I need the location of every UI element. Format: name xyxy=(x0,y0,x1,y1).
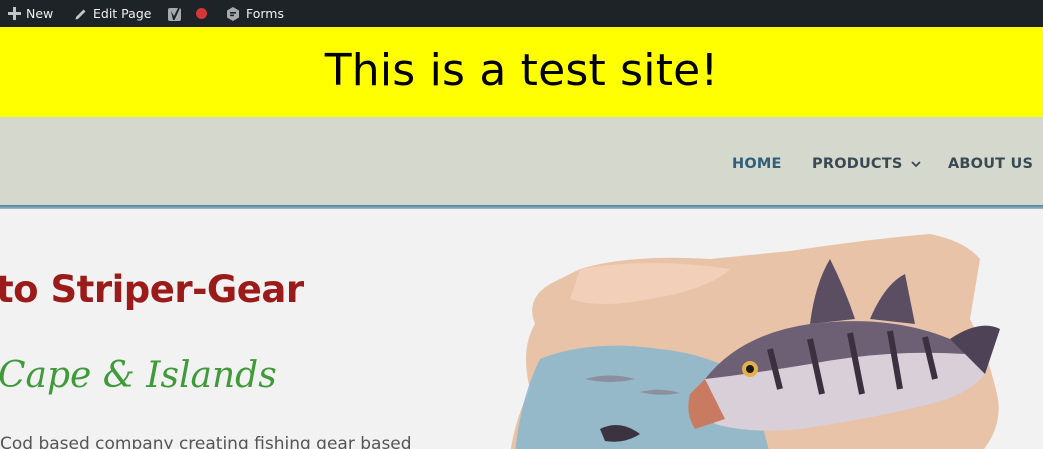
hero-subtitle: Cape & Islands xyxy=(0,355,277,396)
pencil-icon xyxy=(74,7,88,21)
test-site-banner: This is a test site! xyxy=(0,27,1043,117)
chevron-down-icon xyxy=(910,156,921,172)
striped-bass-painting-icon xyxy=(510,234,1000,449)
nav-item-about-us[interactable]: ABOUT US xyxy=(948,156,1033,172)
plus-icon xyxy=(8,7,21,20)
edit-page-label: Edit Page xyxy=(93,6,152,21)
new-content-button[interactable]: New xyxy=(8,0,53,27)
hero-title: to Striper-Gear xyxy=(0,268,304,311)
yoast-seo-button[interactable] xyxy=(167,0,185,27)
hero-body-text: Cod based company creating fishing gear … xyxy=(0,434,412,449)
nav-about-label: ABOUT US xyxy=(948,156,1034,172)
forms-menu[interactable]: Forms xyxy=(225,0,284,27)
gravity-forms-icon xyxy=(225,6,241,22)
nav-item-home[interactable]: HOME xyxy=(732,156,782,172)
hero-section: to Striper-Gear Cape & Islands Cod based… xyxy=(0,209,1043,449)
record-dot-icon xyxy=(196,8,207,19)
yoast-icon xyxy=(167,6,185,22)
seo-score-indicator[interactable] xyxy=(196,0,207,27)
edit-page-button[interactable]: Edit Page xyxy=(74,0,151,27)
nav-item-products[interactable]: PRODUCTS xyxy=(812,156,921,172)
forms-label: Forms xyxy=(246,6,285,21)
admin-bar: New Edit Page Forms xyxy=(0,0,1043,27)
nav-products-label: PRODUCTS xyxy=(812,156,903,172)
nav-home-label: HOME xyxy=(732,156,782,172)
new-label: New xyxy=(26,6,54,21)
banner-text: This is a test site! xyxy=(324,44,719,96)
